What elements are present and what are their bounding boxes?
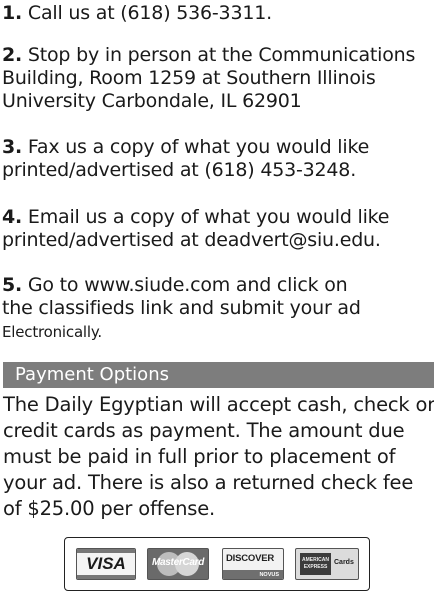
step-text-small: Electronically. (2, 323, 102, 341)
visa-logo: VISA (76, 548, 136, 580)
payment-line: must be paid in full prior to placement … (3, 445, 396, 468)
mastercard-wordmark: MasterCard (151, 557, 205, 568)
step-number: 4. (2, 206, 23, 228)
american-express-logo: AMERICAN EXPRESS Cards (295, 548, 359, 580)
ad-instructions-page: 1. Call us at (618) 536-3311. 2. Stop by… (0, 0, 434, 605)
step-number: 3. (2, 136, 23, 158)
step-fax: 3. Fax us a copy of what you would like … (2, 136, 434, 182)
step-text: Email us a copy of what you would like (27, 206, 390, 228)
step-online: 5. Go to www.siude.com and click on the … (2, 274, 434, 344)
payment-line: of $25.00 per offense. (3, 497, 215, 520)
discover-novus-text: NOVUS (259, 572, 279, 578)
step-text: Fax us a copy of what you would like (27, 136, 370, 158)
amex-line-2: EXPRESS (303, 564, 328, 570)
discover-wordmark: DISCOVER (226, 553, 275, 564)
amex-cards-text: Cards (334, 559, 354, 566)
amex-line-1: AMERICAN (302, 557, 329, 563)
payment-line: The Daily Egyptian will accept cash, che… (3, 393, 434, 416)
step-email: 4. Email us a copy of what you would lik… (2, 206, 434, 252)
mastercard-logo: MasterCard (147, 548, 209, 580)
step-text: printed/advertised at (618) 453-3248. (2, 159, 357, 181)
step-number: 1. (2, 2, 23, 24)
step-text: Call us at (618) 536-3311. (27, 2, 272, 24)
payment-line: credit cards as payment. The amount due (3, 419, 405, 442)
step-text: the classifieds link and submit your ad (2, 297, 361, 319)
accepted-cards-box: VISA MasterCard DISCOVER NOVUS AMERICAN … (64, 537, 370, 591)
payment-line: your ad. There is also a returned check … (3, 471, 414, 494)
amex-badge: AMERICAN EXPRESS (300, 553, 331, 575)
step-text: Building, Room 1259 at Southern Illinois (2, 67, 376, 89)
discover-logo: DISCOVER NOVUS (222, 548, 284, 580)
step-visit: 2. Stop by in person at the Communicatio… (2, 44, 434, 113)
step-text: printed/advertised at deadvert@siu.edu. (2, 229, 381, 251)
step-text: Stop by in person at the Communications (27, 44, 416, 66)
step-text: Go to www.siude.com and click on (27, 274, 348, 296)
step-number: 5. (2, 274, 23, 296)
payment-options-header: Payment Options (3, 362, 434, 388)
step-call: 1. Call us at (618) 536-3311. (2, 2, 434, 25)
step-text: University Carbondale, IL 62901 (2, 90, 302, 112)
step-number: 2. (2, 44, 23, 66)
payment-description: The Daily Egyptian will accept cash, che… (3, 392, 434, 522)
